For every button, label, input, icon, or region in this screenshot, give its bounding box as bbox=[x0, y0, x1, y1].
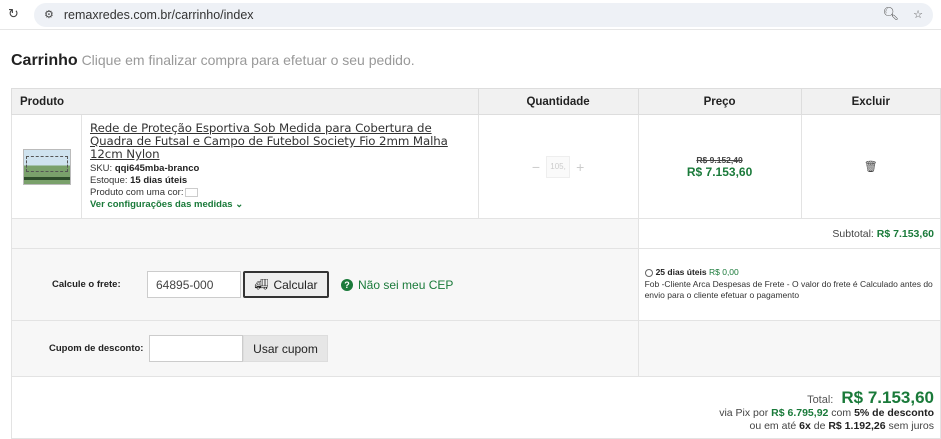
pix-mid: com bbox=[831, 406, 852, 419]
quantity-increase-button[interactable]: + bbox=[576, 159, 584, 175]
shipping-options: 25 dias úteis R$ 0,00 Fob -Cliente Arca … bbox=[637, 248, 941, 321]
inst-value: R$ 1.192,26 bbox=[828, 419, 886, 432]
page-heading: Carrinho Clique em finalizar compra para… bbox=[11, 52, 415, 70]
browser-toolbar: ↻ ⚙ remaxredes.com.br/carrinho/index 🔍︎ … bbox=[0, 0, 941, 30]
use-cupom-button[interactable]: Usar cupom bbox=[243, 335, 328, 362]
cart-header-row: Produto Quantidade Preço Excluir bbox=[11, 88, 941, 115]
old-price: R$ 9.152,40 bbox=[696, 154, 743, 165]
sku-label: SKU: bbox=[90, 163, 113, 174]
stock-label: Estoque: bbox=[90, 175, 128, 186]
total-line: Total: R$ 7.153,60 bbox=[12, 387, 934, 407]
product-name-link[interactable]: Rede de Proteção Esportiva Sob Medida pa… bbox=[90, 122, 470, 161]
shipping-radio[interactable] bbox=[644, 269, 653, 277]
pix-prefix: via Pix por bbox=[719, 406, 769, 419]
config-link[interactable]: Ver configurações das medidas ⌄ bbox=[90, 199, 470, 211]
product-image-cell bbox=[11, 114, 82, 219]
zoom-icon[interactable]: 🔍︎ bbox=[883, 7, 900, 22]
product-stock: Estoque: 15 dias úteis bbox=[90, 175, 470, 187]
stock-value: 15 dias úteis bbox=[130, 175, 188, 186]
subtotal: Subtotal: R$ 7.153,60 bbox=[637, 218, 941, 249]
trash-icon[interactable]: 🗑︎ bbox=[864, 160, 878, 173]
installment-line: ou em até 6x de R$ 1.192,26 sem juros bbox=[12, 419, 935, 433]
new-price: R$ 7.153,60 bbox=[686, 164, 753, 179]
quantity-input[interactable]: 105, bbox=[546, 155, 571, 178]
header-quantidade: Quantidade bbox=[477, 88, 639, 115]
cupom-label: Cupom de desconto: bbox=[49, 343, 144, 354]
quantity-cell: − 105, + bbox=[477, 114, 639, 219]
bookmark-icon[interactable]: ☆ bbox=[913, 8, 923, 21]
truck-icon: 🚚︎ bbox=[254, 278, 269, 291]
subtotal-label: Subtotal: bbox=[832, 227, 874, 240]
shipping-price: R$ 0,00 bbox=[708, 267, 739, 278]
inst-prefix: ou em até bbox=[749, 419, 797, 432]
header-produto: Produto bbox=[11, 88, 479, 115]
subtotal-value: R$ 7.153,60 bbox=[876, 227, 934, 240]
price-cell: R$ 9.152,40 R$ 7.153,60 bbox=[637, 114, 802, 219]
page-title: Carrinho bbox=[11, 52, 78, 69]
subtotal-row: Subtotal: R$ 7.153,60 bbox=[11, 218, 941, 249]
frete-calculator: Calcule o frete: 64895-000 🚚︎ Calcular ? N… bbox=[11, 248, 639, 321]
cart-item-row: Rede de Proteção Esportiva Sob Medida pa… bbox=[11, 114, 941, 219]
address-bar[interactable]: ⚙ remaxredes.com.br/carrinho/index 🔍︎ ☆ bbox=[34, 2, 933, 27]
site-info-icon[interactable]: ⚙ bbox=[44, 8, 54, 21]
inst-suffix: sem juros bbox=[888, 419, 934, 432]
chevron-down-icon[interactable]: ⌄ bbox=[235, 199, 243, 210]
inst-count: 6x bbox=[799, 419, 811, 432]
cupom-form: Cupom de desconto: Usar cupom bbox=[49, 335, 638, 362]
quantity-decrease-button[interactable]: − bbox=[532, 159, 540, 175]
total-section: Total: R$ 7.153,60 via Pix por R$ 6.795,9… bbox=[11, 376, 941, 439]
calculate-button[interactable]: 🚚︎ Calcular bbox=[243, 271, 329, 298]
product-info: Rede de Proteção Esportiva Sob Medida pa… bbox=[81, 114, 479, 219]
quantity-stepper: − 105, + bbox=[532, 155, 584, 178]
page-subtitle: Clique em finalizar compra para efetuar … bbox=[81, 52, 415, 68]
color-label: Produto com uma cor: bbox=[90, 187, 184, 198]
inst-mid: de bbox=[813, 419, 826, 432]
color-swatch bbox=[185, 187, 199, 197]
cupom-section: Cupom de desconto: Usar cupom bbox=[11, 320, 639, 377]
cart-table: Produto Quantidade Preço Excluir Rede de… bbox=[11, 88, 941, 439]
frete-row: Calcule o frete: 64895-000 🚚︎ Calcular ? N… bbox=[11, 248, 941, 321]
shipping-days: 25 dias úteis bbox=[655, 267, 707, 278]
subtotal-spacer bbox=[11, 218, 639, 249]
cep-input[interactable]: 64895-000 bbox=[147, 271, 241, 298]
nao-sei-cep-link[interactable]: ? Não sei meu CEP bbox=[341, 278, 453, 292]
product-image[interactable] bbox=[22, 148, 71, 185]
shipping-description: Fob -Cliente Arca Despesas de Frete - O … bbox=[644, 278, 933, 301]
pix-line: via Pix por R$ 6.795,92 com 5% de descon… bbox=[12, 407, 934, 420]
header-preco: Preço bbox=[637, 88, 802, 115]
cupom-spacer bbox=[637, 320, 941, 377]
calculate-label: Calcular bbox=[273, 277, 318, 292]
total-value: R$ 7.153,60 bbox=[841, 387, 934, 407]
shipping-option[interactable]: 25 dias úteis R$ 0,00 bbox=[644, 267, 934, 279]
help-icon: ? bbox=[341, 278, 353, 291]
pix-discount: 5% de desconto bbox=[854, 406, 934, 419]
cupom-row: Cupom de desconto: Usar cupom bbox=[11, 320, 941, 377]
product-color: Produto com uma cor: bbox=[90, 187, 470, 199]
frete-form: Calcule o frete: 64895-000 🚚︎ Calcular ? N… bbox=[52, 271, 638, 298]
sku-value: qqi645mba-branco bbox=[114, 163, 200, 174]
reload-icon[interactable]: ↻ bbox=[8, 7, 22, 22]
header-excluir: Excluir bbox=[800, 88, 941, 115]
cupom-input[interactable] bbox=[149, 335, 243, 362]
nao-sei-label[interactable]: Não sei meu CEP bbox=[358, 278, 453, 292]
frete-label: Calcule o frete: bbox=[52, 279, 121, 290]
pix-value: R$ 6.795,92 bbox=[771, 406, 829, 419]
config-link-label[interactable]: Ver configurações das medidas bbox=[90, 199, 233, 210]
delete-cell: 🗑︎ bbox=[800, 114, 941, 219]
product-sku: SKU: qqi645mba-branco bbox=[90, 163, 470, 175]
total-label: Total: bbox=[807, 393, 834, 406]
url-text[interactable]: remaxredes.com.br/carrinho/index bbox=[64, 8, 254, 22]
total-row: Total: R$ 7.153,60 via Pix por R$ 6.795,9… bbox=[11, 376, 941, 439]
